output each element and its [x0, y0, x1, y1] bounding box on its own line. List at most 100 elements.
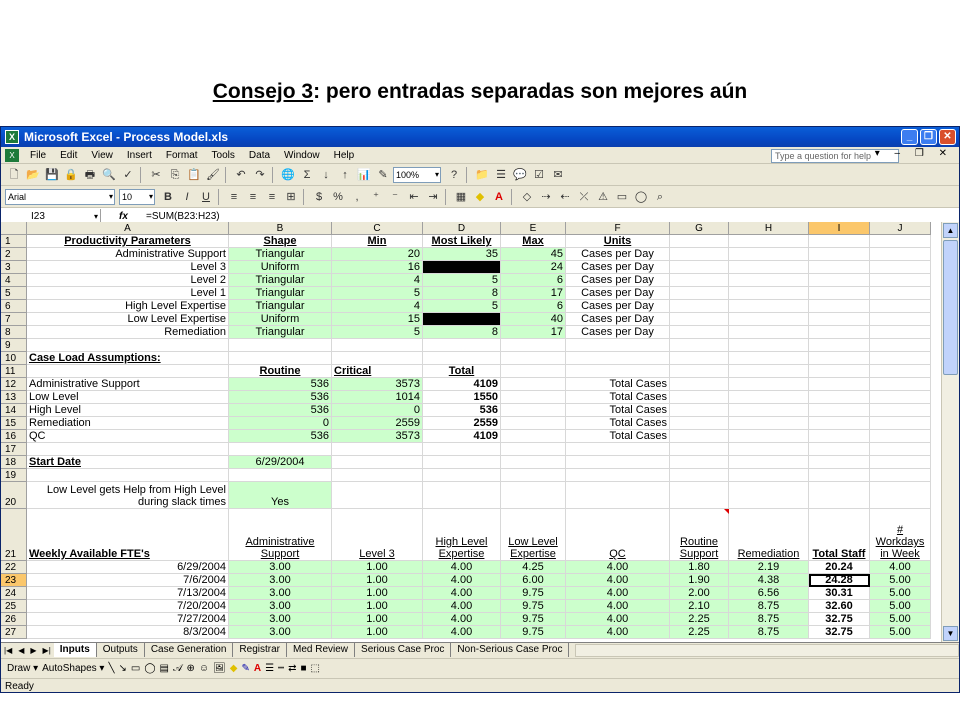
- cell-d4[interactable]: 5: [423, 274, 501, 287]
- row-header-10[interactable]: 10: [1, 352, 27, 365]
- cell-b3[interactable]: Uniform: [229, 261, 332, 274]
- cell-a20[interactable]: Low Level gets Help from High Level duri…: [27, 482, 229, 509]
- row-header-8[interactable]: 8: [1, 326, 27, 339]
- italic-icon[interactable]: I: [178, 188, 196, 206]
- error-check-icon[interactable]: ⚠: [594, 188, 612, 206]
- cell-h19[interactable]: [729, 469, 809, 482]
- cell-h15[interactable]: [729, 417, 809, 430]
- help-icon[interactable]: ?: [445, 166, 463, 184]
- cell-b2[interactable]: Triangular: [229, 248, 332, 261]
- cell-g1[interactable]: [670, 235, 729, 248]
- cell-d11[interactable]: Total: [423, 365, 501, 378]
- cell-j27[interactable]: 5.00: [870, 626, 931, 639]
- cell-d15[interactable]: 2559: [423, 417, 501, 430]
- row-header-9[interactable]: 9: [1, 339, 27, 352]
- chart-wizard-icon[interactable]: 📊: [355, 166, 373, 184]
- cell-h4[interactable]: [729, 274, 809, 287]
- review-icon[interactable]: ☰: [492, 166, 510, 184]
- cell-i17[interactable]: [809, 443, 870, 456]
- diagram-icon[interactable]: ⊕: [186, 663, 194, 674]
- underline-icon[interactable]: U: [197, 188, 215, 206]
- cell-d12[interactable]: 4109: [423, 378, 501, 391]
- cell-e19[interactable]: [501, 469, 566, 482]
- column-header-j[interactable]: J: [870, 222, 931, 235]
- row-header-15[interactable]: 15: [1, 417, 27, 430]
- dash-style-icon[interactable]: ┅: [278, 663, 284, 674]
- cell-f6[interactable]: Cases per Day: [566, 300, 670, 313]
- cell-j18[interactable]: [870, 456, 931, 469]
- line-color-icon[interactable]: ✎: [241, 663, 249, 674]
- cell-e12[interactable]: [501, 378, 566, 391]
- cell-b20[interactable]: Yes: [229, 482, 332, 509]
- cell-g24[interactable]: 2.00: [670, 587, 729, 600]
- cell-d20[interactable]: [423, 482, 501, 509]
- cell-b5[interactable]: Triangular: [229, 287, 332, 300]
- decrease-decimal-icon[interactable]: ⁻: [386, 188, 404, 206]
- cell-c10[interactable]: [332, 352, 423, 365]
- row-header-19[interactable]: 19: [1, 469, 27, 482]
- cell-f2[interactable]: Cases per Day: [566, 248, 670, 261]
- row-header-5[interactable]: 5: [1, 287, 27, 300]
- increase-decimal-icon[interactable]: ⁺: [367, 188, 385, 206]
- cell-g4[interactable]: [670, 274, 729, 287]
- cell-j2[interactable]: [870, 248, 931, 261]
- spelling-icon[interactable]: ✓: [119, 166, 137, 184]
- cell-c20[interactable]: [332, 482, 423, 509]
- cell-h21[interactable]: Remediation: [729, 509, 809, 561]
- column-header-i[interactable]: I: [809, 222, 870, 235]
- cell-g7[interactable]: [670, 313, 729, 326]
- insert-function-icon[interactable]: fx: [101, 211, 146, 222]
- font-combo[interactable]: Arial: [5, 188, 115, 205]
- cell-e27[interactable]: 9.75: [501, 626, 566, 639]
- cell-j12[interactable]: [870, 378, 931, 391]
- cell-j13[interactable]: [870, 391, 931, 404]
- cell-g14[interactable]: [670, 404, 729, 417]
- spreadsheet-grid[interactable]: A B C D E F G H I J 1 Productivity Parameters Shape M…: [1, 222, 941, 642]
- cell-d23[interactable]: 4.00: [423, 574, 501, 587]
- cell-h17[interactable]: [729, 443, 809, 456]
- cell-j20[interactable]: [870, 482, 931, 509]
- sort-ascending-icon[interactable]: ↓: [317, 166, 335, 184]
- cell-e2[interactable]: 45: [501, 248, 566, 261]
- cell-d21[interactable]: High Level Expertise: [423, 509, 501, 561]
- cell-e15[interactable]: [501, 417, 566, 430]
- column-header-b[interactable]: B: [229, 222, 332, 235]
- menu-view[interactable]: View: [84, 150, 120, 161]
- sheet-tab-outputs[interactable]: Outputs: [97, 643, 145, 657]
- remove-arrows-icon[interactable]: ⤫: [575, 188, 593, 206]
- cell-a18[interactable]: Start Date: [27, 456, 229, 469]
- cell-c3[interactable]: 16: [332, 261, 423, 274]
- cell-g16[interactable]: [670, 430, 729, 443]
- cell-b10[interactable]: [229, 352, 332, 365]
- new-comment-icon[interactable]: ▭: [613, 188, 631, 206]
- cell-i15[interactable]: [809, 417, 870, 430]
- cell-b12[interactable]: 536: [229, 378, 332, 391]
- new-icon[interactable]: 🗋: [5, 166, 23, 184]
- cell-j24[interactable]: 5.00: [870, 587, 931, 600]
- cell-i2[interactable]: [809, 248, 870, 261]
- cell-g23[interactable]: 1.90: [670, 574, 729, 587]
- cell-c8[interactable]: 5: [332, 326, 423, 339]
- cell-d8[interactable]: 8: [423, 326, 501, 339]
- column-header-c[interactable]: C: [332, 222, 423, 235]
- row-header-14[interactable]: 14: [1, 404, 27, 417]
- cell-g22[interactable]: 1.80: [670, 561, 729, 574]
- cell-g21[interactable]: Routine Support: [670, 509, 729, 561]
- column-header-h[interactable]: H: [729, 222, 809, 235]
- scroll-thumb[interactable]: [943, 240, 958, 375]
- cell-b4[interactable]: Triangular: [229, 274, 332, 287]
- font-color-icon[interactable]: A: [490, 188, 508, 206]
- cell-e6[interactable]: 6: [501, 300, 566, 313]
- cell-i5[interactable]: [809, 287, 870, 300]
- cell-a4[interactable]: Level 2: [27, 274, 229, 287]
- row-header-1[interactable]: 1: [1, 235, 27, 248]
- cell-c15[interactable]: 2559: [332, 417, 423, 430]
- cell-a7[interactable]: Low Level Expertise: [27, 313, 229, 326]
- cell-f1[interactable]: Units: [566, 235, 670, 248]
- cell-g26[interactable]: 2.25: [670, 613, 729, 626]
- sheet-tab-non-serious-case-proc[interactable]: Non-Serious Case Proc: [451, 643, 570, 657]
- align-left-icon[interactable]: ≡: [225, 188, 243, 206]
- cell-h10[interactable]: [729, 352, 809, 365]
- cell-e18[interactable]: [501, 456, 566, 469]
- cell-e7[interactable]: 40: [501, 313, 566, 326]
